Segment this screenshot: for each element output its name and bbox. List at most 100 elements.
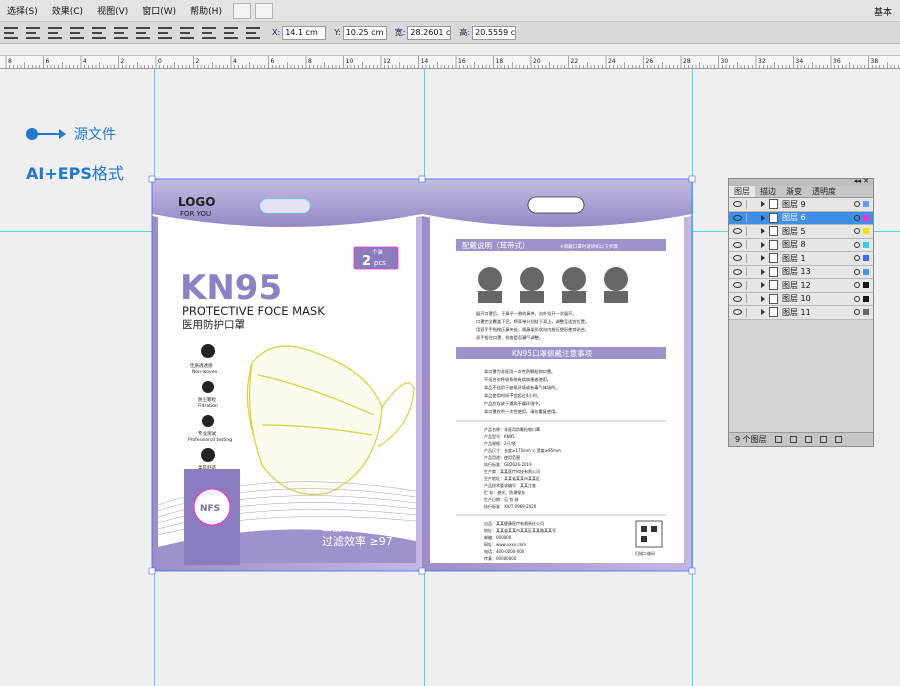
- layer-row[interactable]: 图层 5: [729, 225, 873, 239]
- collapse-icon[interactable]: ◂◂ ✕: [854, 177, 869, 185]
- expand-triangle-icon[interactable]: [761, 309, 765, 316]
- front-panel[interactable]: LOGO FOR YOU 2 个装 pcs KN95 PROTECTIVE FO…: [151, 179, 423, 571]
- width-field[interactable]: 28.2601 cm: [407, 25, 452, 40]
- expand-triangle-icon[interactable]: [761, 268, 765, 275]
- target-circle-icon[interactable]: [854, 309, 860, 316]
- layer-name[interactable]: 图层 12: [782, 280, 854, 291]
- new-sublayer-icon[interactable]: [804, 436, 812, 443]
- resize-handle[interactable]: [688, 175, 696, 183]
- expand-triangle-icon[interactable]: [761, 228, 765, 235]
- lock-toggle-icon[interactable]: [746, 253, 755, 263]
- expand-triangle-icon[interactable]: [761, 201, 765, 208]
- menu-effect[interactable]: 效果(C): [45, 4, 90, 17]
- target-circle-icon[interactable]: [854, 255, 860, 262]
- tab-gradient[interactable]: 渐变: [781, 186, 807, 197]
- menu-window[interactable]: 窗口(W): [135, 4, 183, 17]
- visibility-eye-icon[interactable]: [733, 255, 742, 262]
- visibility-eye-icon[interactable]: [733, 268, 742, 275]
- lock-toggle-icon[interactable]: [746, 240, 755, 250]
- lock-toggle-icon[interactable]: [746, 213, 755, 223]
- expand-triangle-icon[interactable]: [761, 255, 765, 262]
- align-middle-icon[interactable]: [92, 26, 106, 39]
- layer-row[interactable]: 图层 1: [729, 252, 873, 266]
- horizontal-ruler[interactable]: 8 6 4 2 0 2 4 6 8 10 12 14 16 18 20 22 24 26 28 30 32 34 36 38: [0, 55, 900, 69]
- x-field[interactable]: 14.1 cm: [282, 25, 327, 40]
- layer-row[interactable]: 图层 12: [729, 279, 873, 293]
- new-layer-icon[interactable]: [819, 436, 827, 443]
- lock-toggle-icon[interactable]: [746, 280, 755, 290]
- target-circle-icon[interactable]: [854, 268, 860, 275]
- align-left-icon[interactable]: [4, 26, 18, 39]
- layer-row[interactable]: 图层 13: [729, 265, 873, 279]
- layer-name[interactable]: 图层 6: [782, 212, 854, 223]
- distribute-left-icon[interactable]: [202, 26, 216, 39]
- expand-triangle-icon[interactable]: [761, 214, 765, 221]
- layer-name[interactable]: 图层 11: [782, 307, 854, 318]
- target-circle-icon[interactable]: [854, 241, 860, 248]
- distribute-bottom-icon[interactable]: [180, 26, 194, 39]
- lock-toggle-icon[interactable]: [746, 307, 755, 317]
- tab-transparency[interactable]: 透明度: [807, 186, 841, 197]
- expand-triangle-icon[interactable]: [761, 295, 765, 302]
- distribute-right-icon[interactable]: [224, 26, 238, 39]
- layer-name[interactable]: 图层 1: [782, 253, 854, 264]
- back-panel[interactable]: 配戴说明（耳带式） ※佩戴口罩时请请如以下步骤 展开口罩后，于鼻子一侧的鼻夹，向…: [421, 179, 693, 571]
- distribute-middle-icon[interactable]: [158, 26, 172, 39]
- target-circle-icon[interactable]: [854, 228, 860, 235]
- align-top-icon[interactable]: [70, 26, 84, 39]
- layer-name[interactable]: 图层 13: [782, 266, 854, 277]
- visibility-eye-icon[interactable]: [733, 282, 742, 289]
- lock-toggle-icon[interactable]: [746, 199, 755, 209]
- target-circle-icon[interactable]: [854, 282, 860, 289]
- layer-name[interactable]: 图层 5: [782, 226, 854, 237]
- lock-toggle-icon[interactable]: [746, 226, 755, 236]
- lock-toggle-icon[interactable]: [746, 294, 755, 304]
- artboard-canvas[interactable]: 源文件 AI+EPS格式 LOGO FOR YOU 2 个装 pcs KN95 …: [0, 69, 900, 686]
- menu-select[interactable]: 选择(S): [0, 4, 45, 17]
- layer-name[interactable]: 图层 8: [782, 239, 854, 250]
- delete-layer-icon[interactable]: [834, 436, 842, 443]
- distribute-top-icon[interactable]: [136, 26, 150, 39]
- align-bottom-icon[interactable]: [114, 26, 128, 39]
- resize-handle[interactable]: [418, 175, 426, 183]
- resize-handle[interactable]: [418, 567, 426, 575]
- tab-stroke[interactable]: 描边: [755, 186, 781, 197]
- locate-object-icon[interactable]: [774, 436, 782, 443]
- layer-row[interactable]: 图层 11: [729, 306, 873, 320]
- menu-view[interactable]: 视图(V): [90, 4, 135, 17]
- lock-toggle-icon[interactable]: [746, 267, 755, 277]
- visibility-eye-icon[interactable]: [733, 241, 742, 248]
- target-circle-icon[interactable]: [854, 201, 860, 208]
- visibility-eye-icon[interactable]: [733, 228, 742, 235]
- menu-help[interactable]: 帮助(H): [183, 4, 229, 17]
- y-field[interactable]: 10.25 cm: [342, 25, 387, 40]
- align-right-icon[interactable]: [48, 26, 62, 39]
- workspace-switcher[interactable]: 基本: [874, 5, 892, 18]
- resize-handle[interactable]: [688, 567, 696, 575]
- layers-panel[interactable]: ◂◂ ✕ 图层 描边 渐变 透明度 图层 9 图层 6 图层 5 图层 8 图层 1 图层…: [728, 177, 874, 447]
- layer-name[interactable]: 图层 9: [782, 199, 854, 210]
- layer-row[interactable]: 图层 6: [729, 211, 873, 225]
- expand-triangle-icon[interactable]: [761, 282, 765, 289]
- height-field[interactable]: 20.5559 cm: [472, 25, 517, 40]
- target-circle-icon[interactable]: [854, 214, 860, 221]
- resize-handle[interactable]: [148, 567, 156, 575]
- expand-triangle-icon[interactable]: [761, 241, 765, 248]
- reference-point-icon[interactable]: [246, 26, 260, 39]
- tab-layers[interactable]: 图层: [729, 186, 755, 197]
- layer-row[interactable]: 图层 10: [729, 292, 873, 306]
- layer-row[interactable]: 图层 8: [729, 238, 873, 252]
- align-center-icon[interactable]: [26, 26, 40, 39]
- visibility-eye-icon[interactable]: [733, 309, 742, 316]
- visibility-eye-icon[interactable]: [733, 201, 742, 208]
- visibility-eye-icon[interactable]: [733, 214, 742, 221]
- resize-handle[interactable]: [148, 175, 156, 183]
- panel-header[interactable]: ◂◂ ✕: [729, 177, 873, 186]
- visibility-eye-icon[interactable]: [733, 295, 742, 302]
- layer-name[interactable]: 图层 10: [782, 293, 854, 304]
- make-clipping-mask-icon[interactable]: [789, 436, 797, 443]
- package-artwork[interactable]: LOGO FOR YOU 2 个装 pcs KN95 PROTECTIVE FO…: [146, 175, 706, 575]
- target-circle-icon[interactable]: [854, 295, 860, 302]
- layer-row[interactable]: 图层 9: [729, 198, 873, 212]
- bridge-button[interactable]: [232, 2, 251, 19]
